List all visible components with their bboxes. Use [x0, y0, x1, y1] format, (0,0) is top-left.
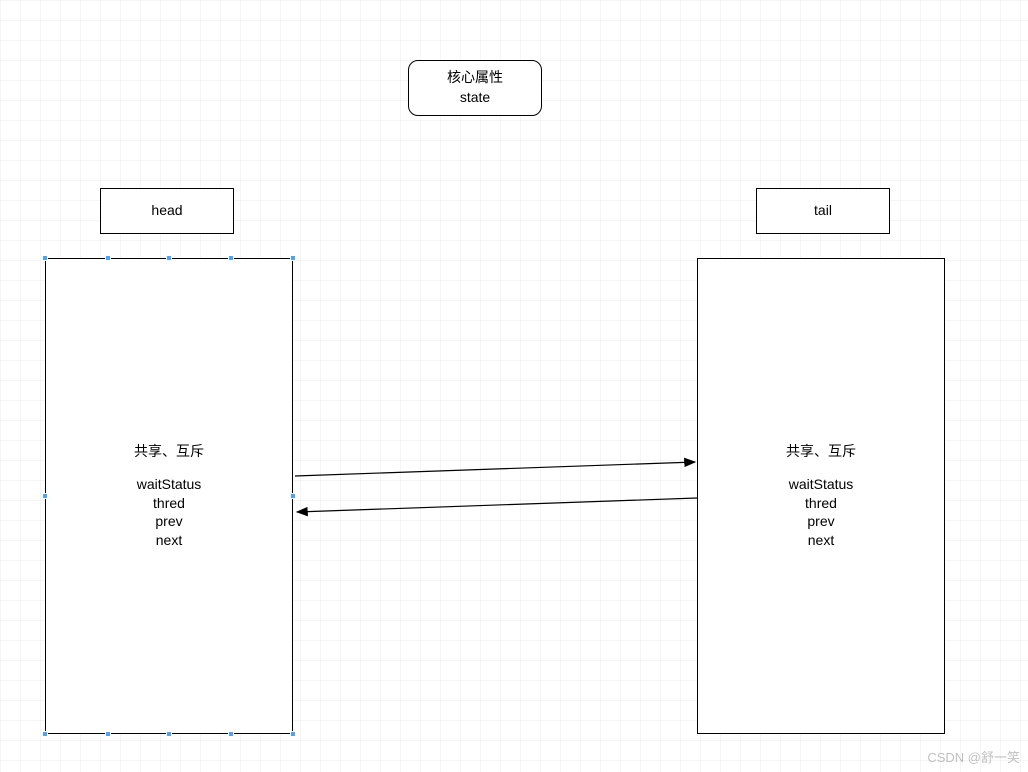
selection-handle-icon[interactable] [105, 731, 111, 737]
node-tail-mode: 共享、互斥 [786, 442, 856, 461]
selection-handle-icon[interactable] [42, 493, 48, 499]
selection-handle-icon[interactable] [290, 731, 296, 737]
node-head-content: 共享、互斥 waitStatus thred prev next [134, 442, 204, 550]
node-head-f3: prev [134, 512, 204, 531]
node-tail-f4: next [786, 531, 856, 550]
diagram-canvas[interactable]: 核心属性 state head tail 共享、互斥 waitStatus th… [0, 0, 1028, 772]
node-tail-f1: waitStatus [786, 475, 856, 494]
node-head-f4: next [134, 531, 204, 550]
core-attr-line1: 核心属性 [447, 68, 503, 88]
tail-label-box[interactable]: tail [756, 188, 890, 234]
head-label-box[interactable]: head [100, 188, 234, 234]
selection-handle-icon[interactable] [42, 731, 48, 737]
tail-label-text: tail [814, 201, 832, 221]
selection-handle-icon[interactable] [42, 255, 48, 261]
selection-handle-icon[interactable] [290, 255, 296, 261]
selection-handle-icon[interactable] [228, 731, 234, 737]
watermark: CSDN @舒一笑 [927, 747, 1020, 766]
arrow-prev [297, 498, 697, 512]
node-head[interactable]: 共享、互斥 waitStatus thred prev next [45, 258, 293, 734]
node-tail[interactable]: 共享、互斥 waitStatus thred prev next [697, 258, 945, 734]
core-attr-line2: state [460, 88, 490, 108]
node-head-f1: waitStatus [134, 475, 204, 494]
node-tail-f3: prev [786, 512, 856, 531]
node-tail-content: 共享、互斥 waitStatus thred prev next [786, 442, 856, 550]
selection-handle-icon[interactable] [166, 731, 172, 737]
node-head-f2: thred [134, 494, 204, 513]
arrow-next [295, 462, 695, 476]
core-attribute-box[interactable]: 核心属性 state [408, 60, 542, 116]
node-tail-f2: thred [786, 494, 856, 513]
selection-handle-icon[interactable] [228, 255, 234, 261]
selection-handle-icon[interactable] [166, 255, 172, 261]
node-head-mode: 共享、互斥 [134, 442, 204, 461]
selection-handle-icon[interactable] [290, 493, 296, 499]
head-label-text: head [151, 201, 182, 221]
selection-handle-icon[interactable] [105, 255, 111, 261]
